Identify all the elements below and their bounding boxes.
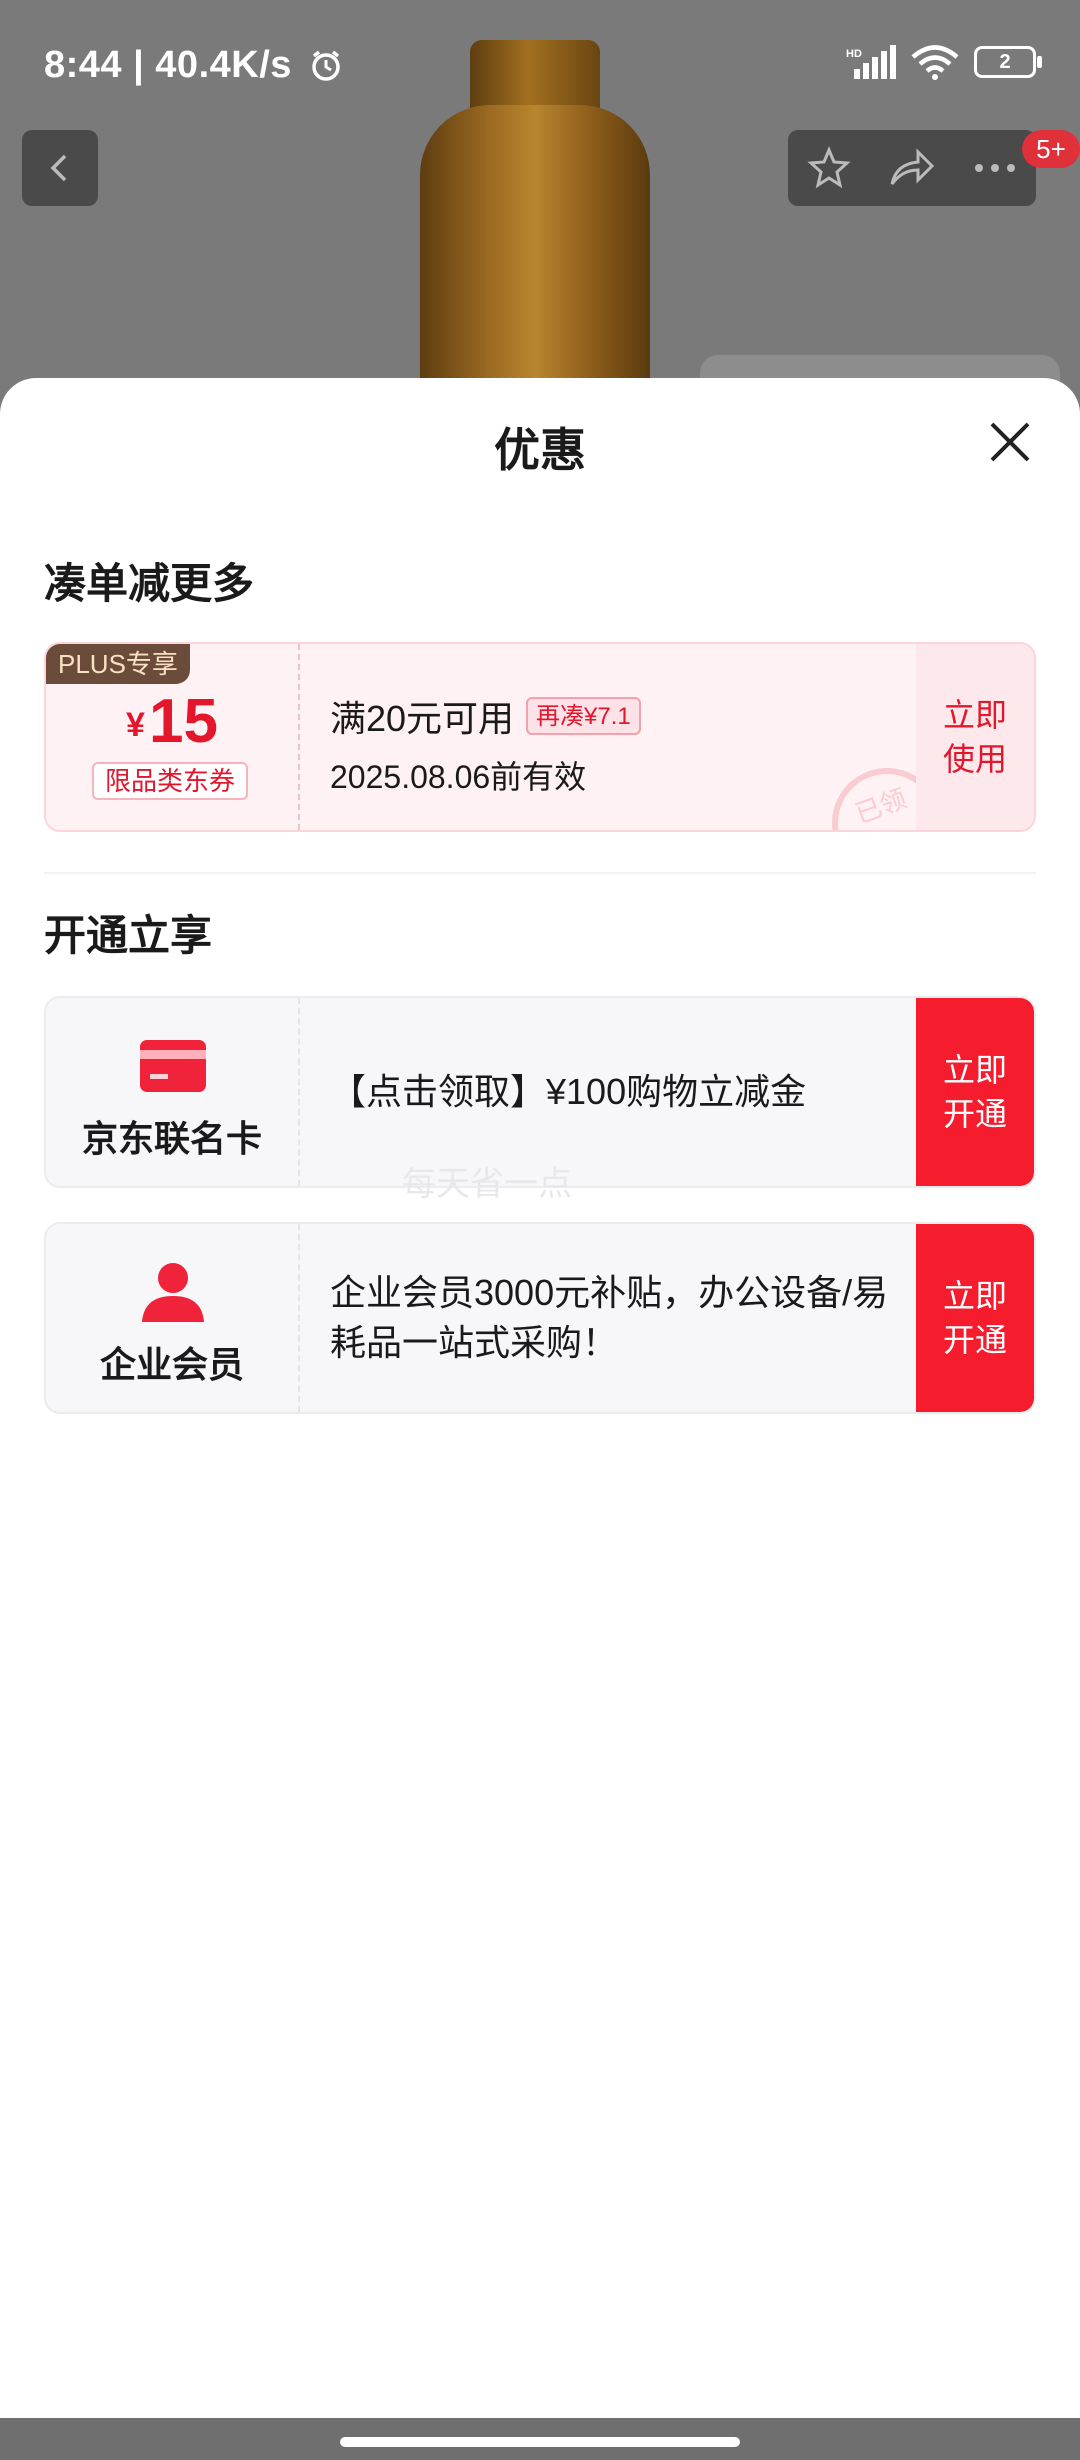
coupon-value-area: PLUS专享 ¥15 限品类东券: [46, 644, 300, 830]
coupon-amount: ¥15: [126, 687, 218, 756]
signal-icon: HD: [846, 45, 896, 79]
user-icon: [142, 1263, 204, 1322]
share-icon[interactable]: [888, 146, 936, 190]
top-action-bar: [788, 130, 1036, 206]
status-time: 8:44 | 40.4K/s: [44, 44, 343, 87]
status-icons: HD 2: [846, 44, 1042, 80]
coupon-type-label: 限品类东券: [92, 762, 248, 800]
coupon-card[interactable]: PLUS专享 ¥15 限品类东券 满20元可用 再凑¥7.1 2025.08.0…: [44, 642, 1036, 832]
section-title-coupons: 凑单减更多: [44, 560, 255, 607]
benefit-name: 企业会员: [99, 1344, 244, 1385]
coupon-valid-date: 2025.08.06前有效: [330, 759, 587, 795]
discount-sheet: 优惠 凑单减更多 PLUS专享 ¥15 限品类东券 满20元可用 再凑¥7.1 …: [0, 378, 1080, 2418]
benefit-description: 企业会员3000元补贴，办公设备/易耗品一站式采购！: [330, 1272, 889, 1363]
sheet-title: 优惠: [494, 424, 586, 476]
section-title-benefits: 开通立享: [44, 912, 213, 959]
benefit-card-enterprise[interactable]: 企业会员 企业会员3000元补贴，办公设备/易耗品一站式采购！ 立即开通: [44, 1222, 1036, 1414]
alarm-icon: [312, 50, 340, 81]
back-icon: [50, 154, 67, 182]
open-now-button[interactable]: 立即开通: [916, 998, 1034, 1186]
plus-exclusive-tag: PLUS专享: [46, 644, 190, 684]
use-now-button[interactable]: 立即使用: [916, 644, 1034, 830]
close-icon[interactable]: [986, 418, 1034, 466]
benefit-name: 京东联名卡: [81, 1118, 262, 1159]
coupon-condition: 满20元可用: [330, 698, 515, 739]
wifi-icon: [911, 45, 959, 80]
coupon-details: 满20元可用 再凑¥7.1 2025.08.06前有效: [330, 690, 641, 798]
card-icon: [140, 1040, 206, 1092]
home-indicator[interactable]: [340, 2437, 740, 2447]
cart-badge: 5+: [1022, 130, 1080, 168]
back-button[interactable]: [22, 130, 98, 206]
more-icon[interactable]: [973, 162, 1017, 174]
open-now-button[interactable]: 立即开通: [916, 1224, 1034, 1412]
section-divider: [44, 872, 1036, 874]
benefit-icon-area: 京东联名卡: [46, 998, 300, 1186]
battery-icon: 2: [974, 46, 1042, 78]
star-icon[interactable]: [807, 146, 851, 190]
benefit-icon-area: 企业会员: [46, 1224, 300, 1412]
svg-text:HD: HD: [846, 48, 862, 60]
add-more-tag[interactable]: 再凑¥7.1: [526, 697, 641, 735]
product-image: [420, 105, 650, 420]
watermark: 每天省一点: [402, 1165, 572, 1203]
status-bar: 8:44 | 40.4K/s HD 2: [0, 0, 1080, 130]
